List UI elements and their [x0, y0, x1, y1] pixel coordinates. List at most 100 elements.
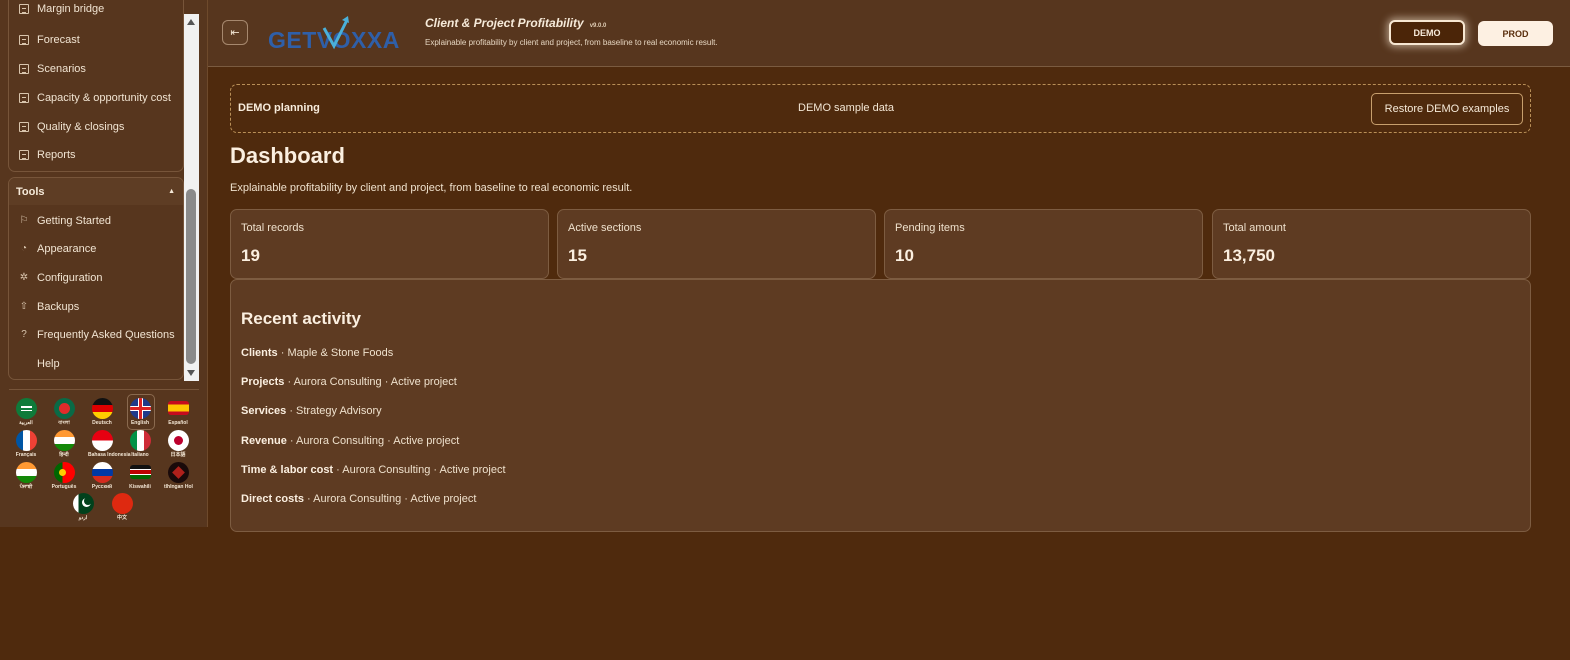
- recent-activity-panel: Recent activity Clients · Maple & Stone …: [230, 279, 1531, 532]
- activity-item[interactable]: Services · Strategy Advisory: [241, 405, 382, 417]
- stat-card-active-sections: Active sections 15: [557, 209, 876, 279]
- language-tlh[interactable]: tlhIngan Hol: [164, 462, 193, 490]
- stat-card-total-records: Total records 19: [230, 209, 549, 279]
- language-label: हिन्दी: [59, 452, 69, 458]
- language-label: Português: [51, 484, 77, 490]
- banner-title: DEMO planning: [238, 102, 320, 114]
- logo-text: GETVOXXA: [268, 27, 400, 53]
- activity-section: Revenue: [241, 435, 287, 447]
- app-title-text: Client & Project Profitability: [425, 16, 584, 30]
- sidebar-item-label: Scenarios: [37, 63, 86, 75]
- stat-label: Active sections: [568, 222, 642, 234]
- language-zh[interactable]: 中文: [108, 493, 136, 521]
- sidebar-item-margin-bridge[interactable]: Margin bridge: [19, 1, 104, 17]
- language-bn[interactable]: বাংলা: [50, 398, 78, 426]
- document-icon: [19, 4, 29, 14]
- page-subtitle: Explainable profitability by client and …: [230, 182, 633, 194]
- sidebar-item-faq[interactable]: ? Frequently Asked Questions: [19, 327, 175, 343]
- flag-bangladesh-icon: [53, 398, 75, 419]
- activity-item[interactable]: Revenue · Aurora Consulting · Active pro…: [241, 435, 459, 447]
- stat-value: 15: [568, 246, 587, 265]
- language-fr[interactable]: Français: [12, 430, 40, 458]
- stat-value: 19: [241, 246, 260, 265]
- demo-banner: DEMO planning DEMO sample data Restore D…: [230, 84, 1531, 133]
- activity-section: Clients: [241, 347, 278, 359]
- activity-item[interactable]: Time & labor cost · Aurora Consulting · …: [241, 464, 506, 476]
- tools-title: Tools: [16, 185, 45, 198]
- language-label: 中文: [116, 515, 127, 521]
- tools-group: Tools ▲ ⚐ Getting Started ◔ Appearance ✲…: [8, 177, 184, 380]
- sidebar-scrollbar[interactable]: [184, 14, 199, 381]
- upload-icon: ⇧: [19, 301, 29, 312]
- language-en[interactable]: English: [126, 394, 155, 430]
- tools-header[interactable]: Tools ▲: [9, 178, 183, 205]
- language-label: Kiswahili: [129, 484, 151, 490]
- sidebar-item-configuration[interactable]: ✲ Configuration: [19, 270, 103, 286]
- flag-india-icon: [15, 462, 37, 483]
- flag-kenya-icon: [129, 465, 151, 479]
- activity-item[interactable]: Projects · Aurora Consulting · Active pr…: [241, 376, 457, 388]
- stat-value: 10: [895, 246, 914, 265]
- restore-demo-button[interactable]: Restore DEMO examples: [1371, 93, 1523, 125]
- sidebar-item-label: Frequently Asked Questions: [37, 329, 175, 341]
- prod-mode-button[interactable]: PROD: [1478, 21, 1553, 46]
- flag-japan-icon: [167, 430, 189, 451]
- language-ur[interactable]: اردو: [69, 493, 97, 521]
- scroll-up-arrow[interactable]: [187, 19, 195, 25]
- language-it[interactable]: Italiano: [126, 430, 154, 458]
- language-de[interactable]: Deutsch: [88, 398, 116, 426]
- flag-france-icon: [15, 430, 37, 451]
- sidebar-item-help[interactable]: Help: [19, 356, 60, 372]
- language-ru[interactable]: Русский: [88, 462, 116, 490]
- language-label: Русский: [91, 484, 113, 490]
- activity-detail: · Strategy Advisory: [286, 405, 382, 417]
- activity-item[interactable]: Clients · Maple & Stone Foods: [241, 347, 393, 359]
- flag-icon: ⚐: [19, 215, 29, 226]
- flag-russia-icon: [91, 462, 113, 483]
- language-label: اردو: [78, 515, 88, 521]
- sidebar-item-label: Backups: [37, 301, 80, 313]
- language-ja[interactable]: 日本語: [164, 430, 192, 458]
- document-icon: [19, 122, 29, 132]
- sidebar-item-quality[interactable]: Quality & closings: [19, 119, 124, 135]
- sidebar-item-appearance[interactable]: ◔ Appearance: [19, 241, 96, 257]
- language-label: العربية: [19, 420, 33, 426]
- sidebar: Margin bridge Forecast Scenarios Capacit…: [0, 0, 208, 527]
- language-hi[interactable]: हिन्दी: [50, 430, 78, 458]
- sidebar-item-reports[interactable]: Reports: [19, 147, 76, 163]
- sidebar-item-forecast[interactable]: Forecast: [19, 32, 80, 48]
- sidebar-item-label: Getting Started: [37, 215, 111, 227]
- scroll-thumb[interactable]: [186, 189, 196, 364]
- language-id[interactable]: Bahasa Indonesia: [88, 430, 131, 458]
- language-pt[interactable]: Português: [50, 462, 78, 490]
- activity-detail: · Maple & Stone Foods: [277, 347, 394, 359]
- document-icon: [19, 93, 29, 103]
- activity-section: Direct costs: [241, 493, 304, 505]
- flag-italy-icon: [129, 430, 151, 451]
- document-icon: [19, 35, 29, 45]
- language-es[interactable]: Español: [164, 398, 192, 426]
- language-sw[interactable]: Kiswahili: [126, 462, 154, 490]
- sidebar-item-backups[interactable]: ⇧ Backups: [19, 299, 79, 315]
- sidebar-item-getting-started[interactable]: ⚐ Getting Started: [19, 213, 111, 229]
- sidebar-item-scenarios[interactable]: Scenarios: [19, 61, 86, 77]
- demo-mode-button[interactable]: DEMO: [1389, 20, 1465, 45]
- activity-item[interactable]: Direct costs · Aurora Consulting · Activ…: [241, 493, 476, 505]
- activity-section: Projects: [241, 376, 285, 388]
- language-label: Deutsch: [92, 420, 112, 426]
- collapse-sidebar-button[interactable]: ⇤: [222, 20, 248, 45]
- stat-label: Total records: [241, 222, 304, 234]
- language-label: Español: [168, 420, 188, 426]
- document-icon: [19, 64, 29, 74]
- sidebar-item-capacity[interactable]: Capacity & opportunity cost: [19, 90, 171, 106]
- stat-value: 13,750: [1223, 246, 1275, 265]
- banner-status: DEMO sample data: [798, 102, 894, 114]
- language-ar[interactable]: العربية: [12, 398, 40, 426]
- scroll-down-arrow[interactable]: [187, 370, 195, 376]
- language-label: ਪੰਜਾਬੀ: [19, 484, 33, 490]
- language-label: English: [130, 420, 150, 426]
- page-title: Dashboard: [230, 143, 345, 168]
- activity-detail: · Aurora Consulting · Active project: [333, 464, 506, 476]
- language-label: 日本語: [170, 452, 186, 458]
- language-pa[interactable]: ਪੰਜਾਬੀ: [12, 462, 40, 490]
